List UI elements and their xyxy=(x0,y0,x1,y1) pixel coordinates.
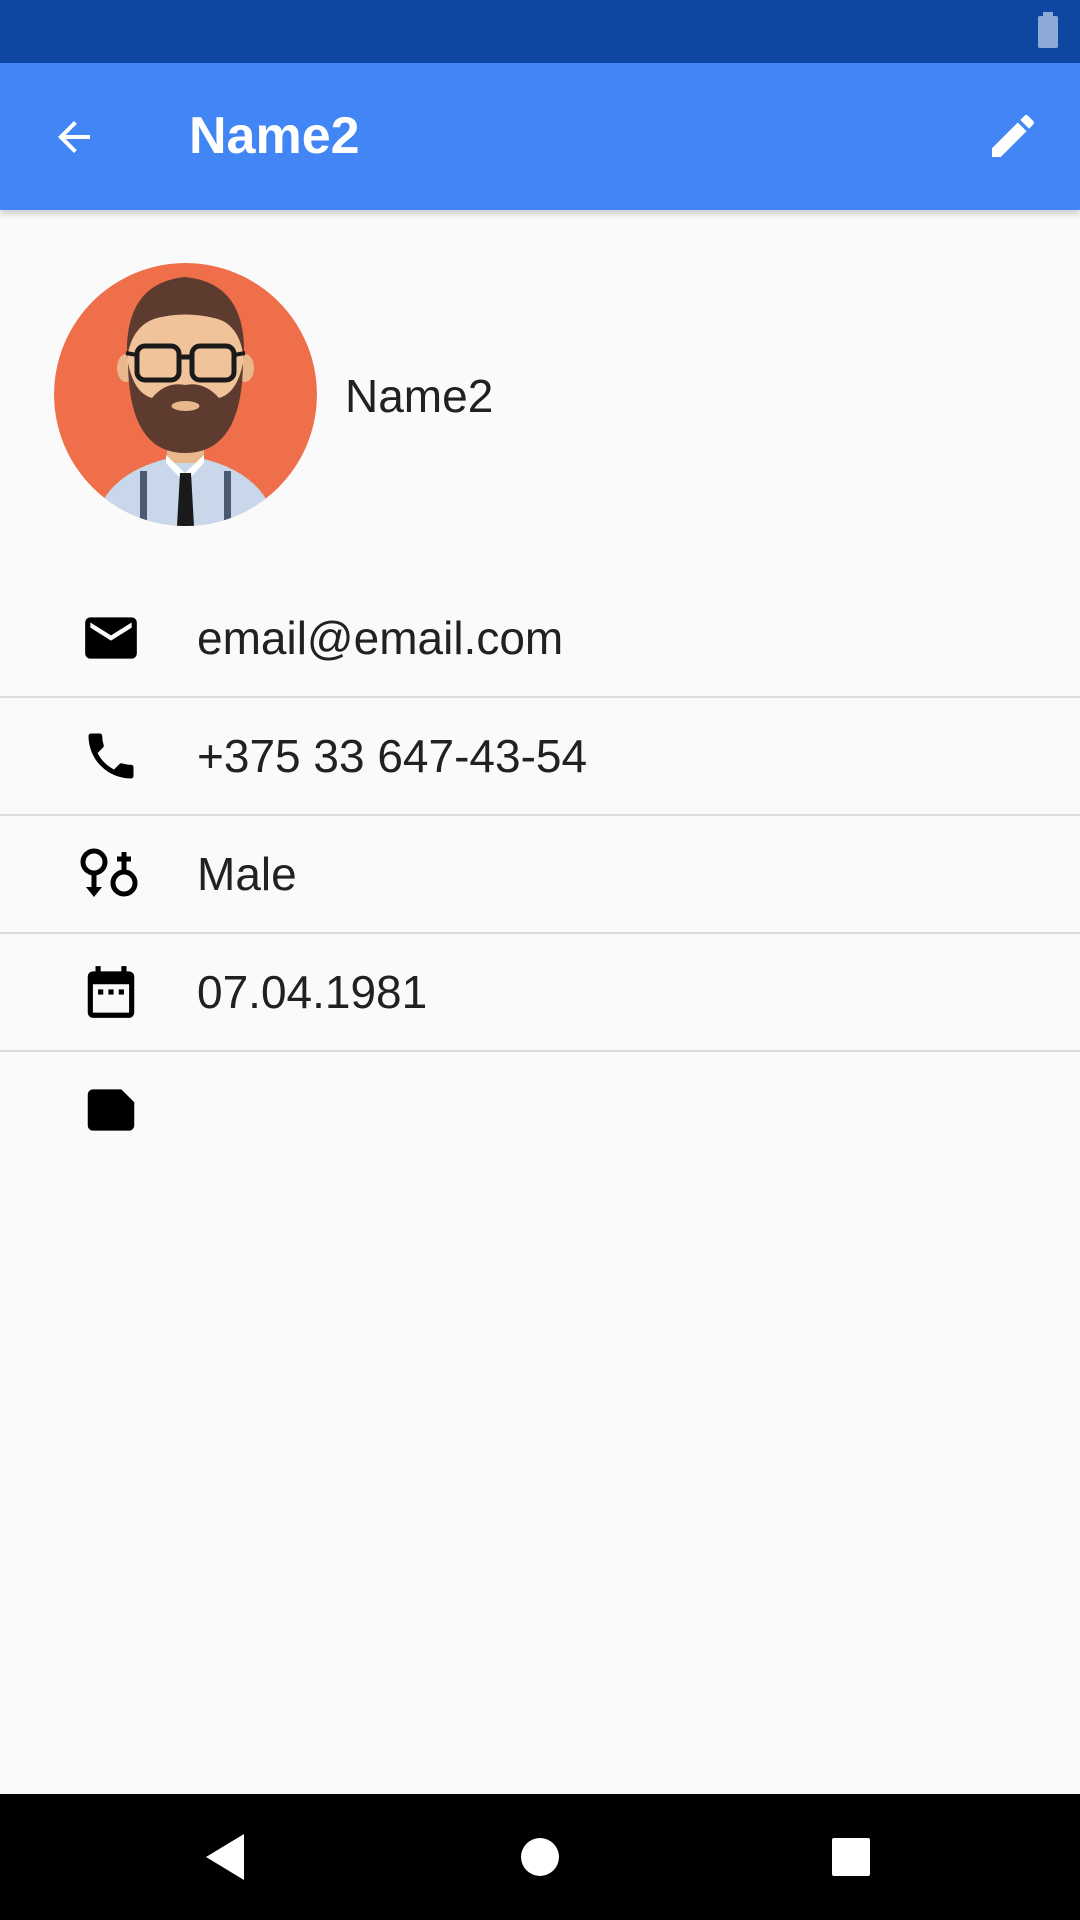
email-row[interactable]: email@email.com xyxy=(0,580,1080,698)
system-navigation-bar xyxy=(0,1794,1080,1920)
calendar-icon xyxy=(76,960,146,1024)
phone-row[interactable]: +375 33 647-43-54 xyxy=(0,698,1080,816)
note-row[interactable] xyxy=(0,1052,1080,1168)
gender-row[interactable]: Male xyxy=(0,816,1080,934)
back-button[interactable] xyxy=(30,93,118,181)
avatar xyxy=(54,263,317,526)
phone-icon xyxy=(76,724,146,788)
nav-home-icon xyxy=(521,1838,559,1876)
page-title: Name2 xyxy=(189,107,360,165)
edit-button[interactable] xyxy=(968,91,1058,181)
profile-header: Name2 xyxy=(0,210,1080,580)
app-bar: Name2 xyxy=(0,63,1080,210)
nav-back-button[interactable] xyxy=(180,1812,270,1902)
pencil-icon xyxy=(992,114,1035,157)
note-icon xyxy=(76,1078,146,1142)
birthday-row[interactable]: 07.04.1981 xyxy=(0,934,1080,1052)
gender-value: Male xyxy=(197,848,297,900)
birthday-value: 07.04.1981 xyxy=(197,966,428,1018)
profile-name: Name2 xyxy=(345,370,494,422)
email-icon xyxy=(76,606,146,670)
phone-value: +375 33 647-43-54 xyxy=(197,730,588,782)
contact-detail-screen: Name2 Name2 email@email.com +375 33 647-… xyxy=(0,0,1080,1920)
nav-home-button[interactable] xyxy=(495,1812,585,1902)
nav-recents-button[interactable] xyxy=(806,1812,896,1902)
contact-info-list: email@email.com +375 33 647-43-54 Male 0… xyxy=(0,580,1080,1168)
nav-recents-icon xyxy=(832,1838,870,1876)
status-bar xyxy=(0,0,1080,63)
nav-back-icon xyxy=(206,1834,244,1880)
gender-icon xyxy=(76,842,146,906)
battery-icon xyxy=(1038,12,1058,48)
arrow-back-icon xyxy=(58,121,90,153)
email-value: email@email.com xyxy=(197,612,564,664)
